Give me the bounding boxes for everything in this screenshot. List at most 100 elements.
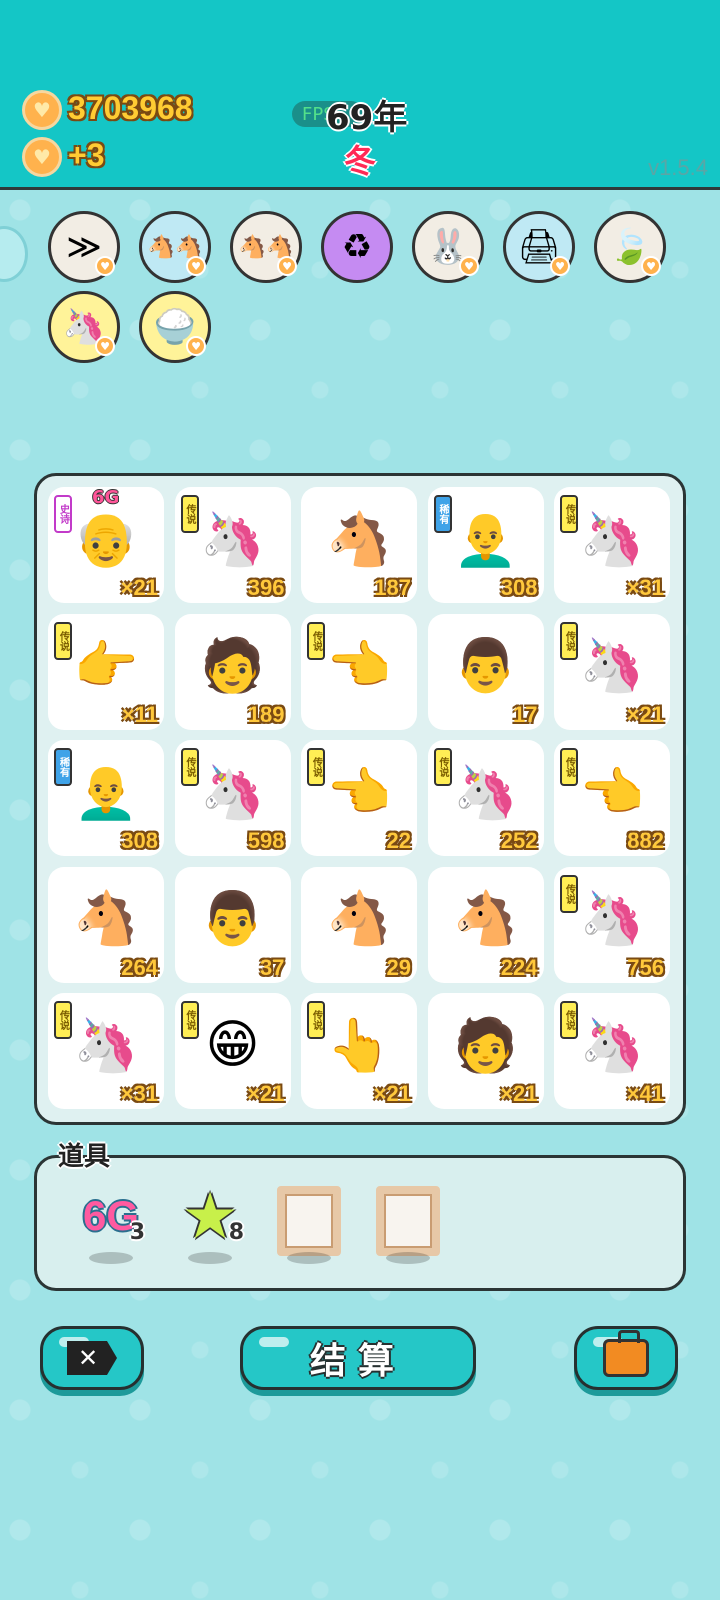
old-man-icon: 👴 [73, 509, 139, 570]
board-tile[interactable]: 🐴 224 [427, 866, 544, 983]
six-g-badge: 6G [92, 487, 120, 508]
board-tile[interactable]: 🦄 传说 252 [427, 740, 544, 856]
item-shadow [89, 1252, 133, 1264]
rarity-tag: 传说 [560, 495, 578, 533]
board-tile[interactable]: 👈 传说 882 [554, 740, 670, 856]
item-shadow [188, 1252, 232, 1264]
rarity-tag: 传说 [54, 1001, 72, 1039]
board-tile[interactable]: 🦄 传说 ×31 [554, 487, 670, 603]
unicorn-icon: 🦄 [453, 762, 518, 823]
man-face-icon: 🧑 [453, 1015, 518, 1076]
board-tile[interactable]: 🐴 187 [301, 487, 417, 603]
skill-button[interactable]: 🦄 ♥ [48, 291, 120, 363]
bald-man-icon: 👨‍🦲 [453, 509, 518, 570]
board-tile[interactable]: 🐴 29 [301, 866, 417, 983]
tile-count: 189 [247, 701, 285, 727]
board-tile[interactable]: 🦄 传说 ×41 [554, 993, 670, 1109]
tile-count: 308 [121, 828, 158, 853]
gold-coin-icon [22, 90, 62, 130]
rarity-tag: 传说 [560, 1001, 578, 1039]
board-tile[interactable]: 👈 传说 22 [301, 740, 417, 856]
unicorn-icon: 🦄 [579, 1015, 645, 1076]
board-tile[interactable]: 🧑 ×21 [427, 993, 544, 1109]
board-tile[interactable]: 👨‍🦲 稀有 308 [427, 487, 544, 603]
rarity-tag: 传说 [560, 748, 578, 786]
item-count: 3 [129, 1220, 145, 1245]
skill-button[interactable]: ≫ ♥ [48, 211, 120, 283]
pointing-hand-icon: 👆 [326, 1015, 392, 1076]
skill-button[interactable]: 🐴🐴 ♥ [139, 211, 211, 283]
item-count: 8 [228, 1220, 244, 1245]
skill-button[interactable]: 🍚 ♥ [139, 291, 211, 363]
glasses-man-icon: 👨 [453, 636, 518, 696]
heart-icon: ♥ [95, 256, 115, 276]
tile-count: ×11 [121, 701, 158, 727]
gold-amount: 3703968 [68, 90, 193, 126]
board-tile[interactable]: 👨‍🦲 稀有 308 [48, 740, 164, 856]
rarity-tag: 传说 [307, 748, 325, 786]
board-tile[interactable]: 👆 传说 ×21 [301, 993, 417, 1109]
pointing-hand-icon: 👈 [326, 636, 392, 696]
rarity-tag: 传说 [180, 748, 199, 786]
version-label: v1.5.4 [648, 155, 708, 180]
heart-icon: ♥ [459, 256, 479, 276]
remove-button[interactable]: ✕ [40, 1326, 144, 1390]
item-slot[interactable]: 6G 3 [71, 1174, 151, 1274]
board-tile[interactable]: 🦄 传说 ×21 [554, 613, 670, 730]
horse-icon: 🐴 [326, 509, 392, 570]
rarity-tag: 传说 [180, 1001, 199, 1039]
income-coin-icon [22, 137, 62, 177]
tile-count: 187 [374, 575, 411, 600]
board-tile[interactable]: 🧑 189 [174, 613, 291, 730]
items-title: 道具 [58, 1142, 111, 1172]
recycle-icon: ♻ [341, 227, 373, 267]
board-tile[interactable]: 🦄 传说 396 [174, 487, 291, 603]
board-tile[interactable]: 👈 传说 [301, 613, 417, 730]
item-slot[interactable] [368, 1174, 448, 1274]
tile-count: ×21 [373, 1081, 411, 1106]
board-tile[interactable]: 🦄 传说 756 [554, 866, 670, 983]
rarity-tag: 史诗 [54, 495, 72, 533]
heart-icon: ♥ [550, 256, 570, 276]
rarity-tag: 传说 [560, 621, 578, 660]
button-shine [259, 1337, 289, 1347]
skill-button[interactable]: 🐰 ♥ [412, 211, 484, 283]
skill-button[interactable]: 🍃 ♥ [594, 211, 666, 283]
tile-count: ×21 [247, 1081, 285, 1106]
skill-button[interactable]: ♻ [321, 211, 393, 283]
rarity-tag: 稀有 [54, 748, 72, 786]
board-tile[interactable]: 👨 37 [174, 866, 291, 983]
heart-icon: ♥ [277, 256, 297, 276]
settle-button[interactable]: 结算 [240, 1326, 476, 1390]
unicorn-icon: 🦄 [200, 762, 265, 823]
item-slot[interactable] [269, 1174, 349, 1274]
item-slot[interactable]: ★ 8 [170, 1174, 250, 1274]
horse-icon: 🐴 [326, 889, 392, 949]
pointing-hand-icon: 👈 [579, 762, 645, 823]
rarity-tag: 稀有 [433, 495, 452, 533]
tile-count: ×21 [500, 1081, 538, 1106]
rarity-tag: 传说 [560, 874, 578, 913]
tile-count: 252 [500, 828, 538, 853]
board-tile[interactable]: 🦄 传说 ×31 [48, 993, 164, 1109]
board-tile[interactable]: 👴 史诗 6G ×21 [48, 487, 164, 603]
heart-icon: ♥ [95, 336, 115, 356]
tile-count: 22 [386, 828, 411, 853]
item-shadow [287, 1252, 331, 1264]
bald-man-icon: 👨‍🦲 [73, 762, 139, 823]
tile-count: ×21 [120, 575, 158, 600]
rarity-tag: 传说 [433, 748, 452, 786]
close-icon: ✕ [67, 1341, 117, 1375]
tile-count: 37 [260, 954, 285, 980]
rarity-tag: 传说 [307, 1001, 325, 1039]
tile-count: 29 [386, 954, 411, 980]
board-tile[interactable]: 🦄 传说 598 [174, 740, 291, 856]
skill-button[interactable]: 🐴🐴 ♥ [230, 211, 302, 283]
bag-button[interactable] [574, 1326, 678, 1390]
board-tile[interactable]: 😁 传说 ×21 [174, 993, 291, 1109]
board-tile[interactable]: 👉 传说 ×11 [48, 613, 164, 730]
board-tile[interactable]: 🐴 264 [48, 866, 164, 983]
tile-count: 308 [500, 575, 538, 600]
board-tile[interactable]: 👨 17 [427, 613, 544, 730]
skill-button[interactable]: 🖨 ♥ [503, 211, 575, 283]
